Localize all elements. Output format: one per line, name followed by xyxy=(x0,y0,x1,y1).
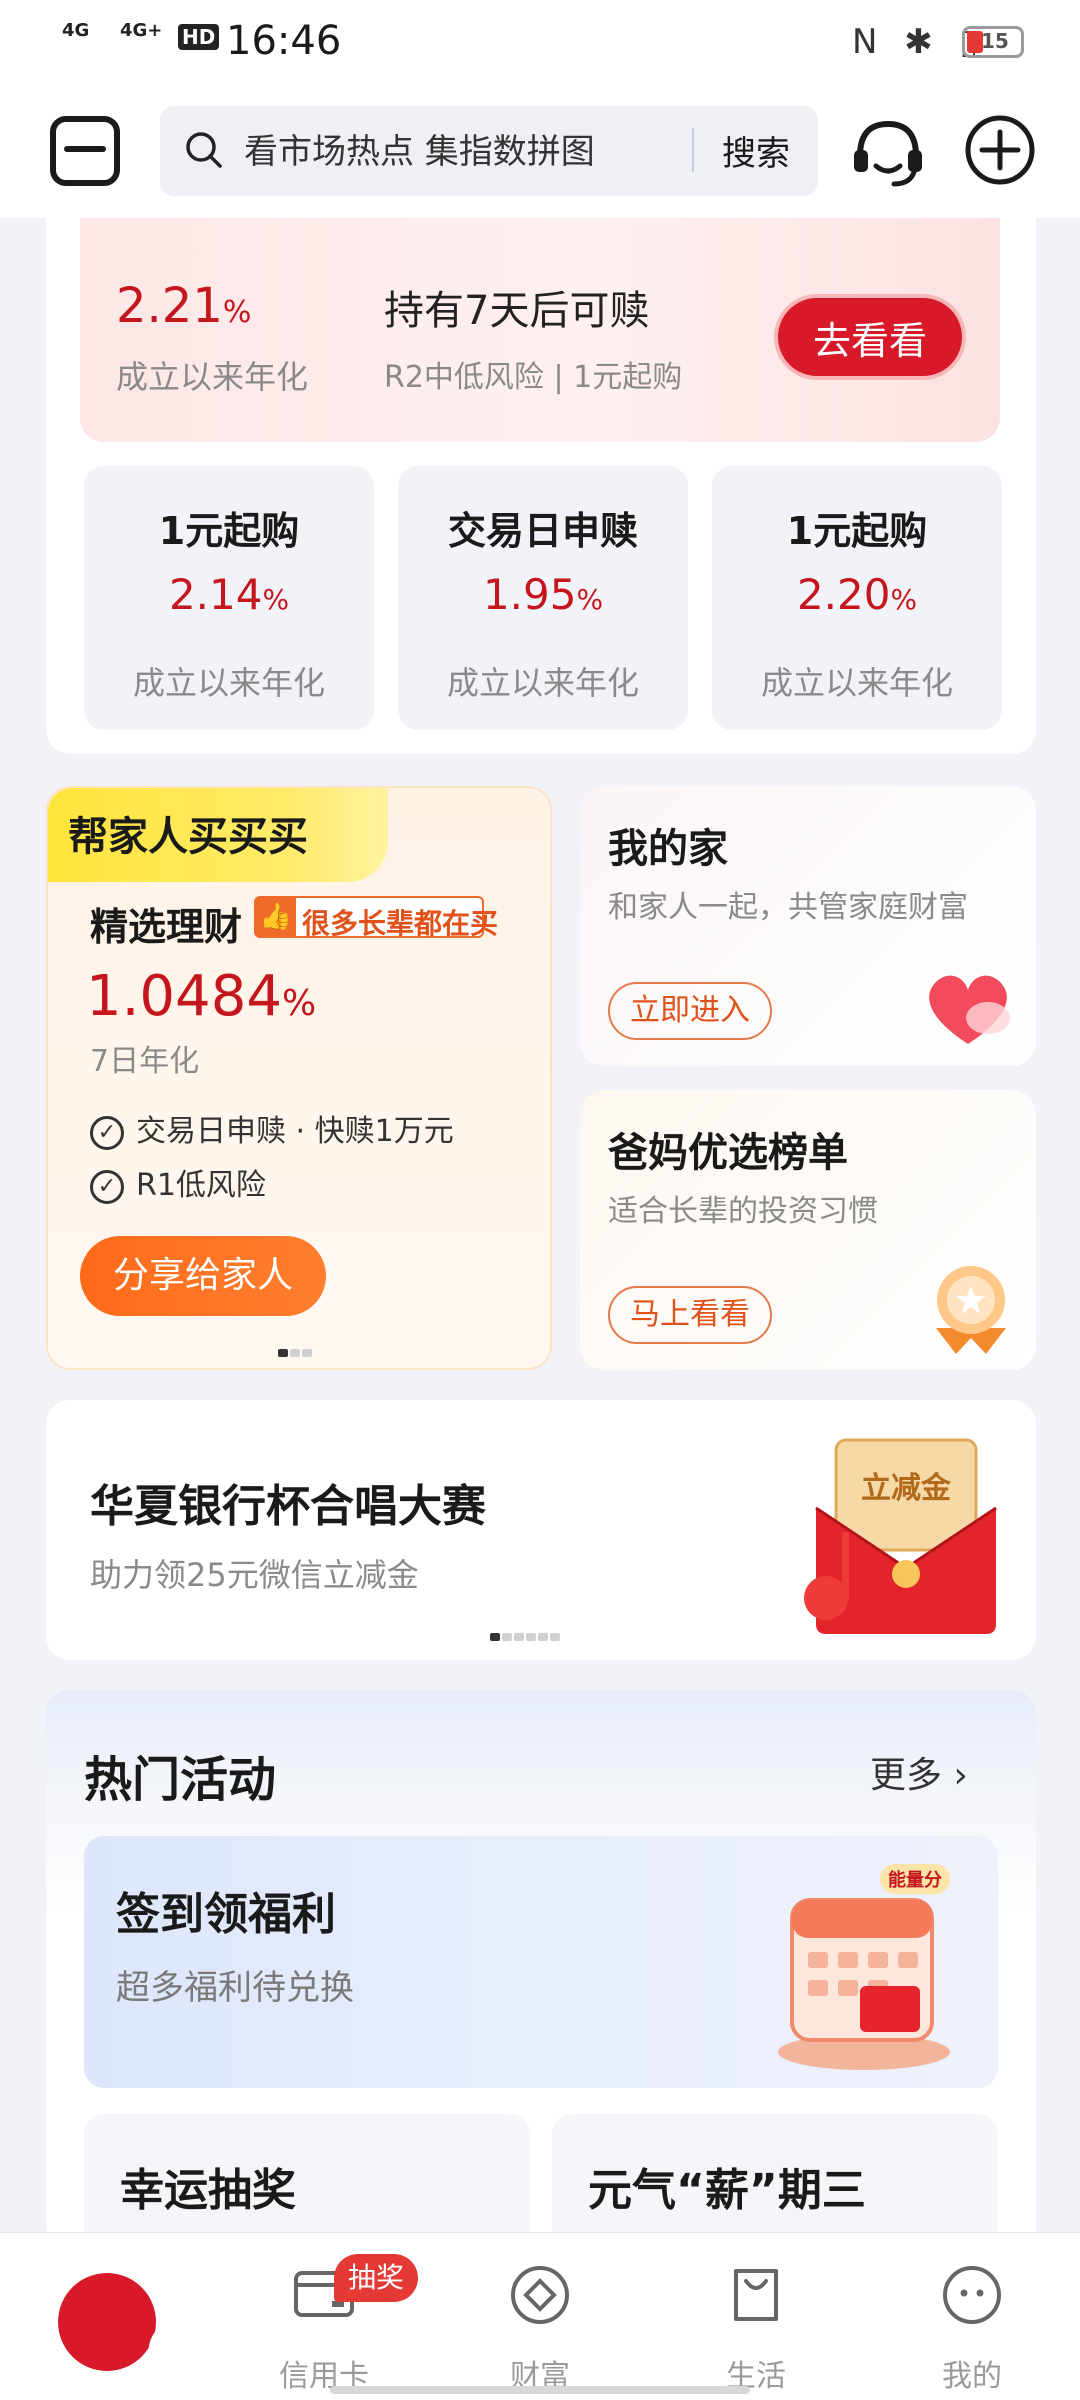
search-placeholder: 看市场热点 集指数拼图 xyxy=(244,132,595,172)
my-home-card[interactable]: 我的家 和家人一起，共管家庭财富 立即进入 xyxy=(580,786,1036,1066)
featured-rate-label: 成立以来年化 xyxy=(116,358,309,396)
header: 看市场热点 集指数拼图 搜索 xyxy=(0,90,1080,218)
featured-rate: 2.21% xyxy=(116,278,252,334)
mini-product-rate: 2.14% xyxy=(168,570,290,619)
home-indicator[interactable] xyxy=(330,2386,750,2394)
hd-voice-icon: HD xyxy=(178,24,220,50)
status-bar: 4G 4G+ HD 16:46 N ✱ ▯ 15 xyxy=(0,0,1080,90)
mini-product-card[interactable]: 1元起购 2.20% 成立以来年化 xyxy=(712,466,1002,730)
nav-mine[interactable]: 我的 xyxy=(864,2233,1080,2400)
mini-product-label: 成立以来年化 xyxy=(132,664,325,702)
clock: 16:46 xyxy=(226,18,342,64)
popular-badge: 👍 很多长辈都在买 xyxy=(254,896,498,940)
mini-product-rate: 1.95% xyxy=(482,570,604,619)
profile-face-icon xyxy=(943,2266,1001,2324)
my-home-title: 我的家 xyxy=(608,826,728,872)
carousel-indicator xyxy=(278,1342,314,1361)
feature-item: ✓ R1低风险 xyxy=(90,1160,266,1204)
red-envelope-icon: 立减金 xyxy=(804,1438,997,1634)
network-indicator: 4G xyxy=(62,20,90,41)
mini-product-title: 1元起购 xyxy=(158,509,300,553)
family-rate-label: 7日年化 xyxy=(90,1044,200,1079)
mini-product-rate: 2.20% xyxy=(796,570,918,619)
search-icon xyxy=(186,132,222,168)
nav-label: 我的 xyxy=(942,2359,1002,2394)
checkin-title: 签到领福利 xyxy=(116,1889,336,1940)
see-now-button[interactable]: 马上看看 xyxy=(608,1286,772,1344)
energy-tag: 能量分 xyxy=(888,1869,942,1891)
battery-icon: 15 xyxy=(962,26,1024,58)
choir-contest-banner[interactable]: 华夏银行杯合唱大赛 助力领25元微信立减金 立减金 xyxy=(46,1400,1036,1660)
featured-risk-text: R2中低风险 | 1元起购 xyxy=(384,360,683,395)
checkin-subtitle: 超多福利待兑换 xyxy=(116,1968,354,2008)
bank-logo-icon xyxy=(58,2273,218,2387)
customer-service-icon[interactable] xyxy=(848,112,928,192)
battery-level: 15 xyxy=(981,29,1009,53)
bottom-nav: 信用卡 财富 生活 我的 xyxy=(0,2232,1080,2400)
search-button[interactable]: 搜索 xyxy=(722,126,790,175)
parents-list-title: 爸妈优选榜单 xyxy=(608,1130,848,1176)
feature-item: ✓ 交易日申赎 · 快赎1万元 xyxy=(90,1106,454,1150)
parents-list-subtitle: 适合长辈的投资习惯 xyxy=(608,1194,878,1229)
family-product-title: 精选理财 xyxy=(90,905,243,949)
mini-product-card[interactable]: 1元起购 2.14% 成立以来年化 xyxy=(84,466,374,730)
shopping-bag-icon xyxy=(734,2269,778,2321)
checkin-card[interactable]: 签到领福利 超多福利待兑换 能量分 xyxy=(84,1836,998,2088)
more-link[interactable]: 更多 › xyxy=(870,1746,968,1798)
family-rate: 1.0484% xyxy=(86,964,317,1029)
lucky-draw-title: 幸运抽奖 xyxy=(120,2165,296,2216)
calendar-icon: 能量分 xyxy=(778,1864,950,2070)
mini-product-label: 成立以来年化 xyxy=(760,664,953,702)
medal-icon xyxy=(936,1266,1006,1354)
family-product-card[interactable]: 帮家人买买买 精选理财 👍 很多长辈都在买 1.0484% 7日年化 ✓ 交易日申… xyxy=(46,786,552,1370)
mini-product-title: 交易日申赎 xyxy=(447,509,638,553)
mini-product-title: 1元起购 xyxy=(786,509,928,553)
search-divider xyxy=(692,128,694,172)
my-home-subtitle: 和家人一起，共管家庭财富 xyxy=(608,890,968,925)
add-icon[interactable] xyxy=(962,112,1038,188)
wednesday-title: 元气“薪”期三 xyxy=(588,2165,866,2216)
envelope-text: 立减金 xyxy=(861,1471,952,1506)
banner-subtitle: 助力领25元微信立减金 xyxy=(90,1556,419,1594)
check-circle-icon: ✓ xyxy=(90,1115,124,1150)
menu-icon[interactable] xyxy=(50,116,120,186)
check-circle-icon: ✓ xyxy=(90,1169,124,1204)
search-input[interactable]: 看市场热点 集指数拼图 搜索 xyxy=(160,106,818,196)
heart-icon xyxy=(929,975,1010,1044)
family-tag: 帮家人买买买 xyxy=(48,788,388,882)
nav-wealth[interactable]: 财富 xyxy=(432,2233,648,2400)
go-see-button[interactable]: 去看看 xyxy=(774,294,966,380)
share-to-family-button[interactable]: 分享给家人 xyxy=(80,1236,326,1316)
section-title: 热门活动 xyxy=(84,1752,277,1808)
nav-life[interactable]: 生活 xyxy=(648,2233,864,2400)
enter-now-button[interactable]: 立即进入 xyxy=(608,982,772,1040)
wealth-icon xyxy=(511,2266,569,2324)
nav-home[interactable] xyxy=(0,2233,218,2400)
chevron-right-icon: › xyxy=(953,1755,968,1796)
network-indicator-2: 4G+ xyxy=(120,20,163,41)
featured-product[interactable]: 2.21% 成立以来年化 持有7天后可赎 R2中低风险 | 1元起购 去看看 xyxy=(80,218,1000,442)
lottery-badge[interactable]: 抽奖 xyxy=(334,2254,419,2302)
banner-title: 华夏银行杯合唱大赛 xyxy=(90,1481,486,1532)
parents-list-card[interactable]: 爸妈优选榜单 适合长辈的投资习惯 马上看看 xyxy=(580,1090,1036,1370)
featured-hold-text: 持有7天后可赎 xyxy=(384,288,650,334)
mini-product-card[interactable]: 交易日申赎 1.95% 成立以来年化 xyxy=(398,466,688,730)
carousel-indicator xyxy=(490,1626,562,1645)
mini-product-label: 成立以来年化 xyxy=(446,664,639,702)
thumbs-up-icon: 👍 xyxy=(256,898,296,936)
hot-activities-section: 热门活动 更多 › 签到领福利 超多福利待兑换 能量分 幸运抽奖 元气“薪”期三 xyxy=(46,1690,1036,2264)
